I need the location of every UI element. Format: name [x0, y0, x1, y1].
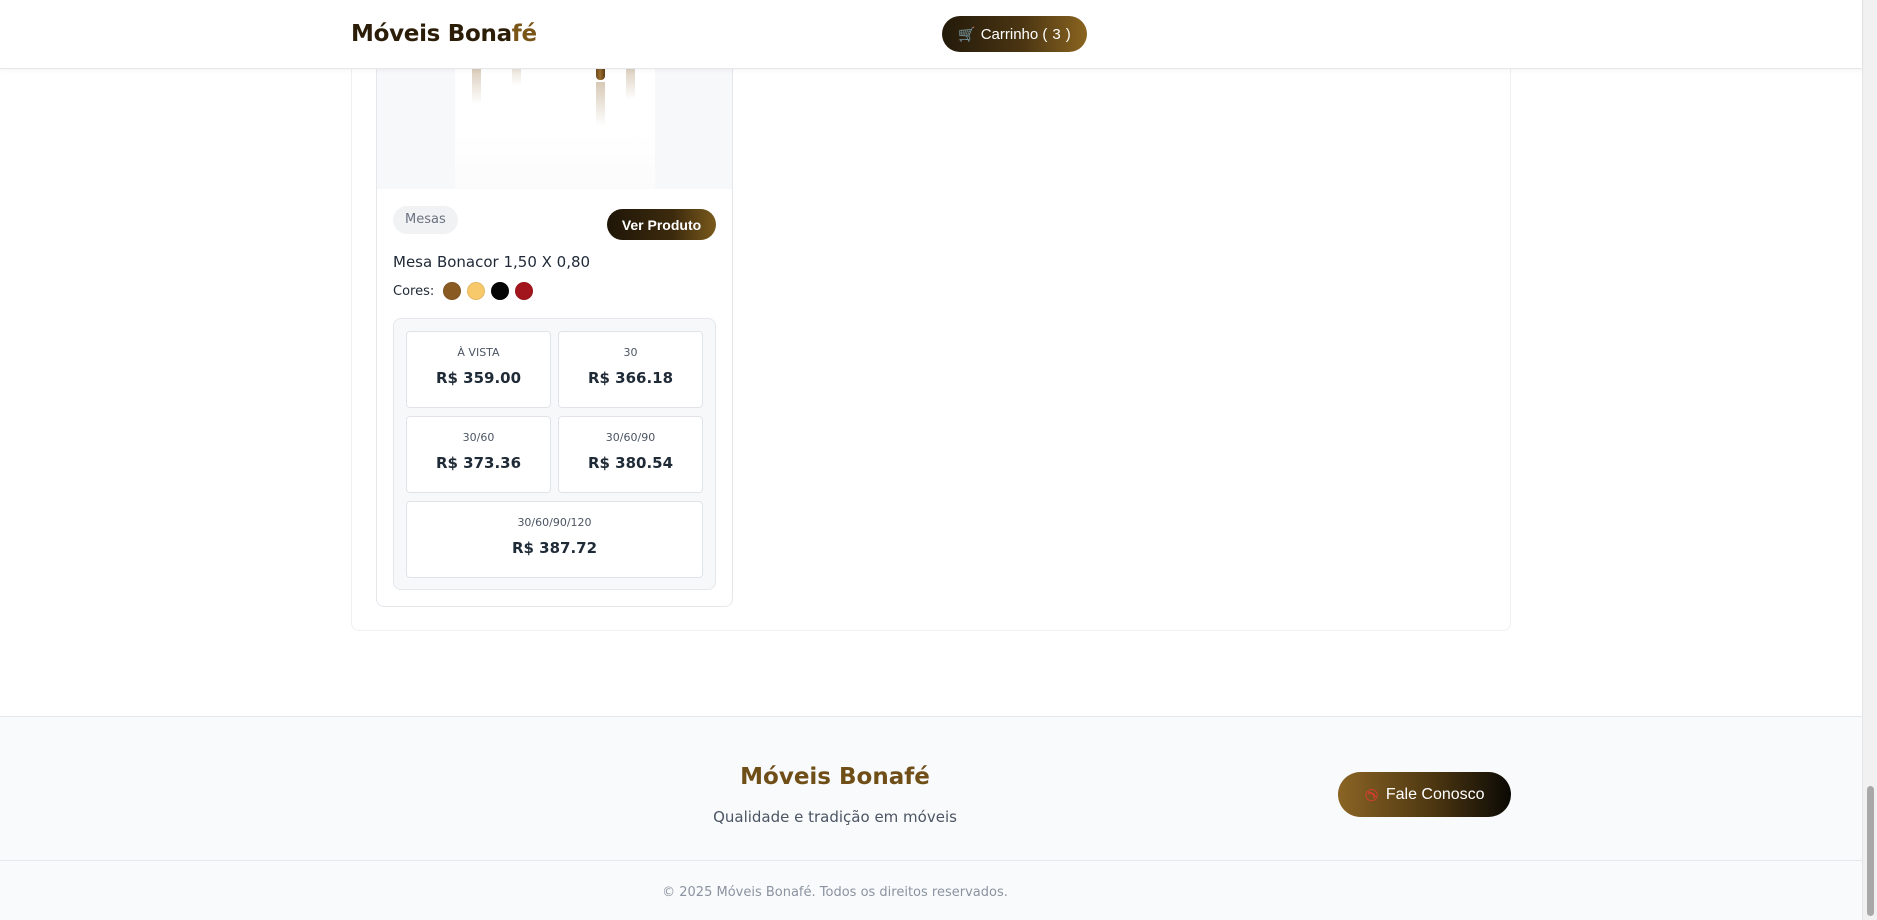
- contact-button-label: Fale Conosco: [1385, 785, 1485, 803]
- brand-logo[interactable]: Móveis Bonafé: [351, 21, 537, 47]
- page: Mesas Ver Produto Mesa Bonacor 1,50 X 0,…: [0, 0, 1877, 920]
- product-card: Mesas Ver Produto Mesa Bonacor 1,50 X 0,…: [376, 0, 733, 607]
- colors-label: Cores:: [393, 283, 435, 299]
- copyright-text: © 2025 Móveis Bonafé. Todos os direitos …: [662, 885, 1008, 900]
- color-swatch-yellow[interactable]: [467, 282, 486, 300]
- price-value: R$ 380.54: [587, 454, 674, 472]
- price-option-30-60-90-120: 30/60/90/120 R$ 387.72: [406, 501, 703, 578]
- color-swatch-red[interactable]: [515, 282, 534, 300]
- brand-name-part2: fé: [511, 21, 537, 47]
- view-product-button[interactable]: Ver Produto: [607, 209, 716, 240]
- cart-icon: 🛒: [958, 25, 976, 42]
- phone-icon: ✆: [1361, 786, 1381, 803]
- price-value: R$ 366.18: [587, 369, 674, 387]
- vertical-scrollbar[interactable]: [1862, 0, 1877, 920]
- price-option-30-60-90: 30/60/90 R$ 380.54: [558, 416, 703, 493]
- color-options: Cores:: [393, 282, 534, 300]
- category-badge: Mesas: [393, 206, 458, 234]
- price-value: R$ 387.72: [511, 539, 598, 557]
- price-option-a-vista: À VISTA R$ 359.00: [406, 331, 551, 408]
- cart-label: Carrinho (: [980, 25, 1048, 43]
- scrollbar-thumb[interactable]: [1867, 786, 1874, 916]
- cart-label-close: ): [1065, 25, 1071, 43]
- cart-count: 3: [1052, 25, 1061, 43]
- price-label: 30/60/90/120: [517, 516, 592, 529]
- color-swatch-brown[interactable]: [443, 282, 462, 300]
- price-label: 30/60: [462, 431, 495, 444]
- brand-name-part1: Móveis Bona: [351, 21, 512, 47]
- price-label: À VISTA: [457, 346, 500, 359]
- color-swatch-black[interactable]: [491, 282, 510, 300]
- price-option-30: 30 R$ 366.18: [558, 331, 703, 408]
- contact-button[interactable]: ✆ Fale Conosco: [1338, 772, 1511, 817]
- price-options: À VISTA R$ 359.00 30 R$ 366.18 30/60 R$ …: [393, 318, 716, 590]
- price-value: R$ 359.00: [435, 369, 522, 387]
- price-option-30-60: 30/60 R$ 373.36: [406, 416, 551, 493]
- product-name: Mesa Bonacor 1,50 X 0,80: [393, 253, 591, 271]
- price-value: R$ 373.36: [435, 454, 522, 472]
- site-footer: Móveis Bonafé Qualidade e tradição em mó…: [0, 716, 1862, 920]
- price-label: 30: [623, 346, 638, 359]
- cart-button[interactable]: 🛒 Carrinho ( 3 ): [942, 16, 1087, 52]
- price-label: 30/60/90: [605, 431, 656, 444]
- site-header: Móveis Bonafé 🛒 Carrinho ( 3 ): [0, 0, 1862, 69]
- footer-divider: [0, 860, 1862, 861]
